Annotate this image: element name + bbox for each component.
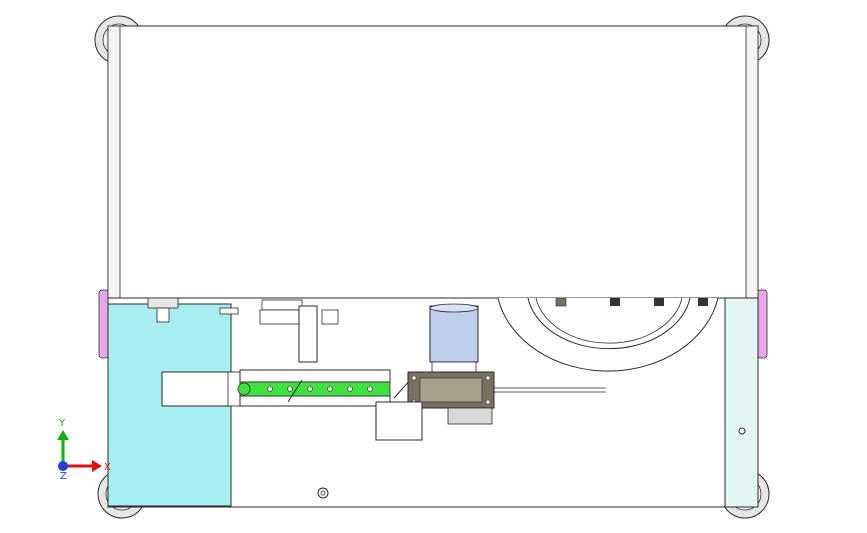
cad-viewport[interactable]: Y X Z — [0, 0, 867, 533]
triad-y-label: Y — [58, 418, 66, 429]
conveyor-rail — [161, 369, 413, 407]
machine-drawing: Y X Z — [57, 15, 770, 519]
triad-z-label: Z — [60, 471, 67, 482]
cyan-column-right — [724, 297, 759, 508]
floor-hole — [317, 487, 329, 499]
triad-icon[interactable]: Y X Z — [57, 418, 111, 482]
screw-right — [738, 427, 746, 435]
motor-cylinder — [429, 303, 479, 373]
triad-x-label: X — [104, 462, 111, 473]
upper-cabinet — [107, 25, 759, 299]
